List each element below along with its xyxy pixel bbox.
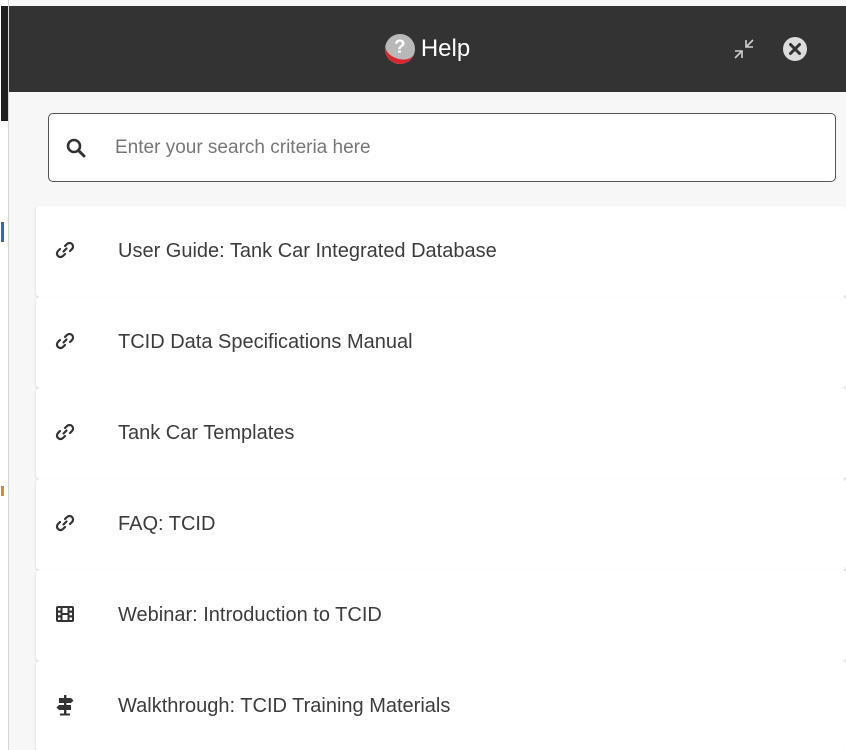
help-page: ? Help Enter your search criteria here U… [0,0,846,750]
list-item-data-spec-manual[interactable]: TCID Data Specifications Manual [36,297,846,388]
list-item-label: TCID Data Specifications Manual [118,331,413,353]
close-button[interactable] [780,34,810,64]
list-item-label: Walkthrough: TCID Training Materials [118,695,451,717]
list-item-label: FAQ: TCID [118,513,216,535]
link-icon [54,512,76,534]
help-icon: ? [384,34,415,64]
help-panel: ? Help Enter your search criteria here U… [9,0,846,750]
collapse-arrows-icon [734,39,754,59]
background-app-edge-blue [1,222,4,242]
film-icon [54,603,76,625]
background-app-edge-dark [1,6,8,121]
list-item-faq[interactable]: FAQ: TCID [36,479,846,570]
background-app-edge [0,0,9,750]
list-item-webinar[interactable]: Webinar: Introduction to TCID [36,570,846,661]
list-item-tank-car-templates[interactable]: Tank Car Templates [36,388,846,479]
list-item-label: Tank Car Templates [118,422,295,444]
link-icon [54,330,76,352]
help-links-list: User Guide: Tank Car Integrated Database… [36,206,846,750]
help-icon-glyph: ? [394,37,406,58]
help-title: ? Help [9,6,846,92]
signpost-icon [54,694,76,716]
help-title-label: Help [420,35,471,62]
list-item-label: User Guide: Tank Car Integrated Database [118,240,497,262]
close-circle-icon [783,37,807,61]
list-item-user-guide[interactable]: User Guide: Tank Car Integrated Database [36,206,846,297]
search-box [48,113,836,182]
link-icon [54,239,76,261]
background-app-edge-orange [1,486,4,496]
link-icon [54,421,76,443]
help-header: ? Help [9,6,846,92]
list-item-walkthrough[interactable]: Walkthrough: TCID Training Materials [36,661,846,750]
search-icon [66,138,86,158]
collapse-button[interactable] [731,36,757,62]
search-input[interactable] [115,114,815,181]
list-item-label: Webinar: Introduction to TCID [118,604,382,626]
